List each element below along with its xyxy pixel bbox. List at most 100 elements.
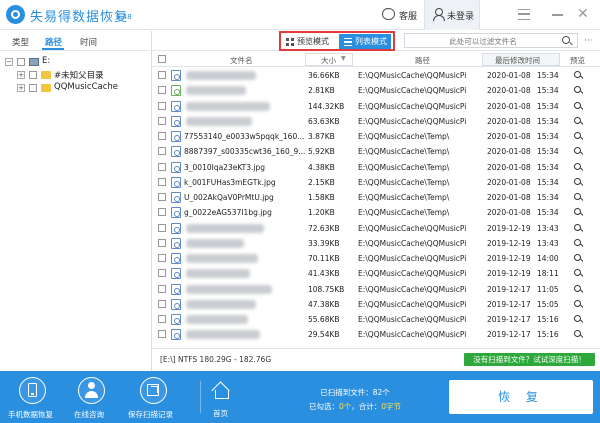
table-row[interactable]: 2.81KB E:\QQMusicCache\QQMusicPi 2020-01-0…	[152, 83, 600, 98]
column-size-header[interactable]: 大小 ▼	[305, 53, 353, 66]
preview-icon[interactable]	[574, 330, 581, 338]
home-icon[interactable]	[212, 382, 230, 399]
tab-path[interactable]: 路径	[45, 36, 62, 48]
row-checkbox[interactable]	[158, 116, 166, 125]
grid-icon	[286, 38, 294, 46]
filter-input[interactable]	[409, 35, 557, 47]
table-row[interactable]: 29.54KB E:\QQMusicCache\QQMusicPi 2019-12-…	[152, 327, 600, 342]
table-row[interactable]: 41.43KB E:\QQMusicCache\QQMusicPi 2019-12-…	[152, 266, 600, 281]
save-scan-button[interactable]: 保存扫描记录	[122, 371, 188, 423]
row-checkbox[interactable]	[158, 269, 166, 278]
table-row[interactable]: 63.63KB E:\QQMusicCache\QQMusicPi 2020-01-…	[152, 114, 600, 129]
phone-recovery-button[interactable]: 手机数据恢复	[0, 371, 66, 423]
minimize-icon[interactable]	[552, 14, 563, 16]
preview-icon[interactable]	[574, 132, 581, 139]
modified-date: 2020-01-08	[487, 101, 531, 111]
row-checkbox[interactable]	[158, 162, 166, 171]
chat-icon[interactable]	[382, 5, 395, 20]
table-row[interactable]: 70.11KB E:\QQMusicCache\QQMusicPi 2019-12-…	[152, 251, 600, 266]
table-row[interactable]: k_001FUHas3mEGTk.jpg 2.15KB E:\QQMusicCach…	[152, 175, 600, 190]
column-modified-header[interactable]: 最后修改时间	[482, 53, 560, 66]
column-path[interactable]: 路径	[415, 55, 430, 66]
search-icon[interactable]	[562, 36, 570, 44]
list-mode-button[interactable]: 列表模式	[339, 34, 391, 49]
row-checkbox[interactable]	[158, 223, 166, 232]
tree-item-qqmusiccache[interactable]: + QQMusicCache	[0, 82, 150, 94]
selection-summary: 已勾选：0个，合计：0字节	[295, 401, 415, 412]
deep-scan-link[interactable]: 没有扫描到文件？试试深度扫描！	[464, 353, 595, 366]
tree-checkbox[interactable]	[17, 58, 25, 66]
menu-icon[interactable]	[518, 9, 530, 20]
tree-checkbox[interactable]	[29, 71, 37, 79]
login-button[interactable]: 未登录	[424, 0, 480, 30]
tree-checkbox[interactable]	[29, 84, 37, 92]
preview-mode-button[interactable]: 预览模式	[283, 34, 337, 49]
select-all-checkbox[interactable]	[158, 55, 166, 63]
preview-icon[interactable]	[574, 284, 581, 292]
table-row[interactable]: 36.66KB E:\QQMusicCache\QQMusicPi 2020-01-…	[152, 68, 600, 83]
row-checkbox[interactable]	[158, 86, 166, 95]
online-consult-button[interactable]: 在线咨询	[66, 371, 122, 423]
row-checkbox[interactable]	[158, 177, 166, 186]
row-checkbox[interactable]	[158, 147, 166, 156]
row-checkbox[interactable]	[158, 101, 166, 110]
expand-icon[interactable]: +	[17, 71, 25, 79]
table-row[interactable]: 144.32KB E:\QQMusicCache\QQMusicPi 2020-01…	[152, 99, 600, 114]
table-row[interactable]: U_002AkQaV0PrMtU.jpg 1.58KB E:\QQMusicCach…	[152, 190, 600, 205]
tree-item-drive-e[interactable]: − E:	[0, 56, 150, 68]
row-checkbox[interactable]	[158, 71, 166, 79]
tree-item-unknown-parent[interactable]: + #未知父目录	[0, 69, 150, 81]
row-checkbox[interactable]	[158, 299, 166, 308]
table-row[interactable]: 33.39KB E:\QQMusicCache\QQMusicPi 2019-12-…	[152, 236, 600, 251]
bottom-bar: 手机数据恢复 在线咨询 保存扫描记录 首页 已扫描到文件：82个 已勾选：0个，…	[0, 371, 600, 423]
modified-date: 2019-12-17	[487, 315, 531, 324]
row-checkbox[interactable]	[158, 193, 166, 201]
table-row[interactable]: g_0022eAG537I1bg.jpg 1.20KB E:\QQMusicCach…	[152, 205, 600, 220]
preview-icon[interactable]	[574, 162, 581, 170]
preview-icon[interactable]	[574, 147, 581, 155]
row-checkbox[interactable]	[158, 284, 166, 293]
close-icon[interactable]: ✕	[577, 6, 589, 22]
more-icon[interactable]: ···	[584, 36, 593, 46]
preview-icon[interactable]	[574, 177, 581, 185]
expand-icon[interactable]: +	[17, 84, 25, 92]
customer-service-link[interactable]: 客服	[399, 9, 417, 22]
table-row[interactable]: 108.75KB E:\QQMusicCache\QQMusicPi 2019-12…	[152, 282, 600, 297]
column-filename[interactable]: 文件名	[230, 55, 253, 66]
home-label[interactable]: 首页	[213, 408, 228, 419]
row-checkbox[interactable]	[158, 330, 166, 339]
row-checkbox[interactable]	[158, 315, 166, 323]
table-row[interactable]: 3_0010Iqa23eKT3.jpg 4.38KB E:\QQMusicCache…	[152, 160, 600, 175]
preview-icon[interactable]	[574, 315, 581, 322]
row-checkbox[interactable]	[158, 132, 166, 140]
table-row[interactable]: 72.63KB E:\QQMusicCache\QQMusicPi 2019-12-…	[152, 221, 600, 236]
preview-icon[interactable]	[574, 193, 581, 200]
table-row[interactable]: 47.38KB E:\QQMusicCache\QQMusicPi 2019-12-…	[152, 297, 600, 312]
preview-icon[interactable]	[574, 238, 581, 246]
file-path: E:\QQMusicCache\Temp\	[358, 193, 450, 202]
file-size: 63.63KB	[308, 116, 340, 126]
file-path: E:\QQMusicCache\Temp\	[358, 162, 450, 172]
table-row[interactable]: 8887397_s00335cwt36_160_9... 5.92KB E:\QQM…	[152, 144, 600, 159]
row-checkbox[interactable]	[158, 238, 166, 247]
table-row[interactable]: 55.68KB E:\QQMusicCache\QQMusicPi 2019-12-…	[152, 312, 600, 327]
redacted-file-name	[186, 330, 260, 340]
preview-icon[interactable]	[574, 254, 581, 261]
preview-icon[interactable]	[574, 223, 581, 231]
preview-icon[interactable]	[574, 86, 581, 94]
row-checkbox[interactable]	[158, 208, 166, 217]
preview-icon[interactable]	[574, 208, 581, 216]
table-row[interactable]: 77553140_e0033w5pqqk_160... 3.87KB E:\QQMu…	[152, 129, 600, 144]
preview-icon[interactable]	[574, 71, 581, 78]
preview-icon[interactable]	[574, 101, 581, 109]
recover-button[interactable]: 恢 复	[449, 380, 593, 414]
tab-type[interactable]: 类型	[12, 36, 29, 48]
row-checkbox[interactable]	[158, 254, 166, 262]
preview-icon[interactable]	[574, 299, 581, 307]
collapse-icon[interactable]: −	[5, 58, 13, 66]
file-name: 77553140_e0033w5pqqk_160...	[184, 132, 305, 141]
tab-time[interactable]: 时间	[80, 36, 97, 48]
preview-icon[interactable]	[574, 269, 581, 277]
preview-icon[interactable]	[574, 116, 581, 124]
vertical-scrollbar[interactable]	[583, 67, 598, 346]
